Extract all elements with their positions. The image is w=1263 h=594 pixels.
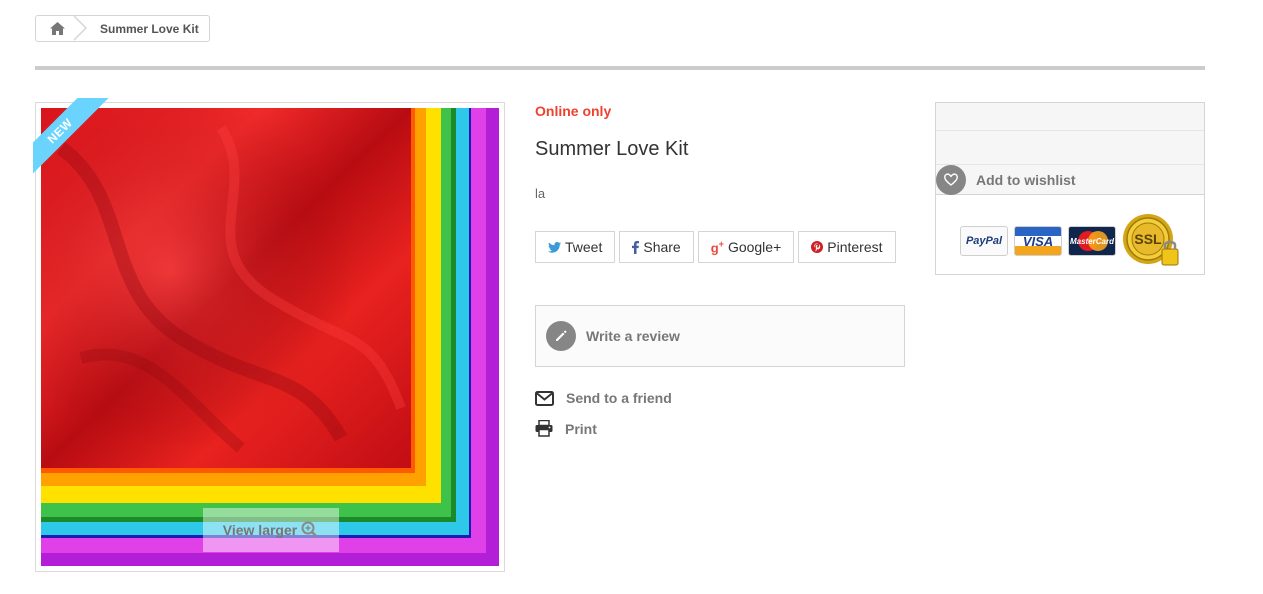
buy-box-row (936, 131, 1204, 165)
add-to-wishlist-button[interactable]: Add to wishlist (936, 164, 1204, 195)
breadcrumb-separator (73, 16, 94, 41)
payment-logos: PayPal VISA MasterCard SSL (936, 213, 1204, 269)
envelope-icon (535, 390, 554, 406)
breadcrumb-current: Summer Love Kit (100, 21, 199, 36)
home-icon (49, 22, 65, 35)
google-plus-icon: g+ (710, 238, 724, 256)
new-ribbon-label: New (33, 98, 114, 183)
facebook-share-button[interactable]: Share (619, 231, 694, 263)
printer-icon (535, 420, 553, 437)
pinterest-icon (811, 241, 824, 253)
product-image-block: New View larger (33, 98, 505, 572)
view-larger-label: View larger (222, 522, 298, 538)
mastercard-logo: MasterCard (1068, 226, 1116, 256)
zoom-in-icon (301, 521, 319, 538)
pinterest-button[interactable]: Pinterest (798, 231, 896, 263)
pinterest-label: Pinterest (827, 239, 883, 255)
ssl-badge-text: SSL (1134, 231, 1162, 247)
visa-logo: VISA (1014, 226, 1062, 256)
heart-icon (936, 164, 966, 195)
product-title: Summer Love Kit (535, 138, 689, 160)
tweet-label: Tweet (565, 239, 603, 255)
print-label: Print (565, 420, 597, 437)
send-to-friend-label: Send to a friend (566, 390, 672, 406)
product-short-description: la (535, 186, 546, 201)
write-review-label: Write a review (586, 328, 680, 344)
buy-box: Add to wishlist PayPal VISA MasterCard S… (935, 102, 1205, 275)
breadcrumb-home-link[interactable] (36, 16, 78, 41)
page-divider (35, 66, 1205, 70)
new-ribbon: New (33, 98, 118, 183)
pencil-icon (546, 321, 576, 351)
twitter-icon (548, 241, 561, 253)
view-larger-button[interactable]: View larger (203, 508, 339, 552)
mastercard-logo-text: MasterCard (1069, 236, 1114, 246)
send-to-friend-link[interactable]: Send to a friend (535, 390, 672, 406)
tweet-button[interactable]: Tweet (535, 231, 616, 263)
breadcrumb: Summer Love Kit (35, 15, 210, 42)
online-only-label: Online only (535, 103, 612, 119)
google-plus-label: Google+ (727, 239, 782, 255)
facebook-icon (632, 240, 640, 254)
write-review-button[interactable]: Write a review (535, 305, 905, 367)
google-plus-button[interactable]: g+ Google+ (697, 231, 795, 263)
paypal-logo-text: PayPal (965, 235, 1003, 247)
buy-box-row (936, 103, 1204, 131)
social-sharing: Tweet Share g+ Google+ Pinterest (535, 231, 896, 263)
paypal-logo: PayPal (960, 226, 1008, 256)
add-to-wishlist-label: Add to wishlist (976, 171, 1076, 188)
share-label: Share (643, 239, 681, 255)
visa-logo-text: VISA (1022, 233, 1054, 249)
ssl-badge-icon: SSL (1122, 213, 1180, 269)
print-link[interactable]: Print (535, 420, 597, 437)
